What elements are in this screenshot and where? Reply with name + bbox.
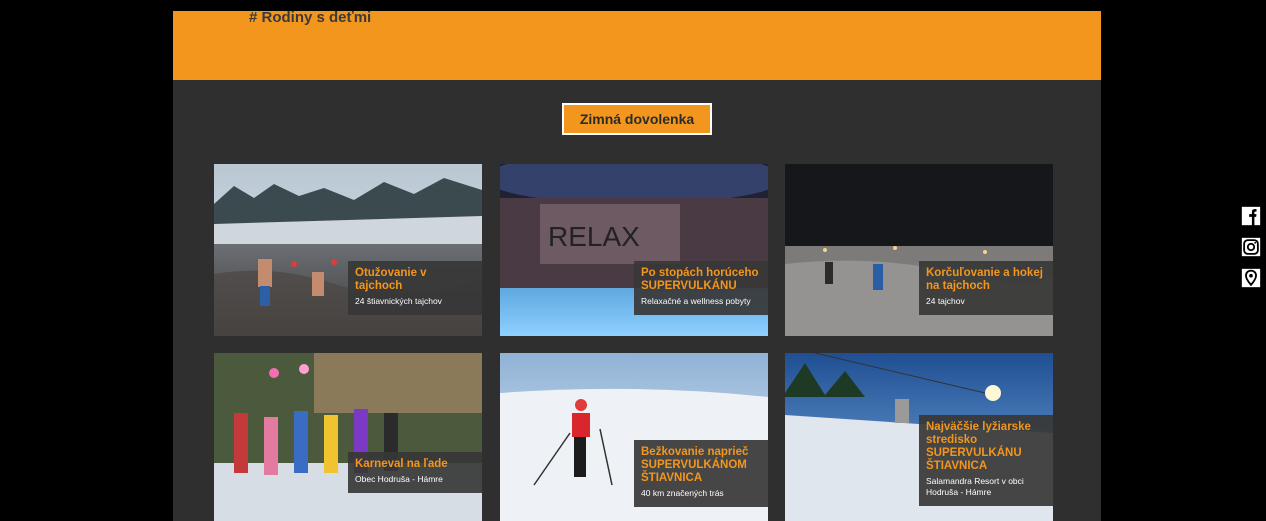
social-bar [1240, 205, 1264, 298]
category-tag[interactable]: # Rodiny s deťmi [249, 11, 371, 26]
card-title: Karneval na ľade [355, 458, 448, 470]
card-caption: Po stopách horúceho SUPERVULKÁNU Relaxač… [634, 261, 768, 315]
main-content: # Rodiny s deťmi Zimná dovolenka Otužova… [173, 11, 1101, 521]
card-subtitle: 24 tajchov [926, 296, 965, 306]
card-title: Po stopách horúceho SUPERVULKÁNU [641, 267, 759, 292]
card-ice-carnival[interactable]: Karneval na ľade Obec Hodruša - Hámre [214, 353, 482, 521]
relax-sign-text: RELAX [548, 221, 640, 252]
card-caption: Bežkovanie naprieč SUPERVULKÁNOM ŠTIAVNI… [634, 440, 768, 507]
card-subtitle: Obec Hodruša - Hámre [355, 474, 443, 484]
instagram-icon[interactable] [1240, 236, 1262, 258]
card-ski-resort[interactable]: Najväčšie lyžiarske stredisko SUPERVULKÁ… [785, 353, 1053, 521]
card-caption: Karneval na ľade Obec Hodruša - Hámre [348, 452, 482, 493]
card-subtitle: 24 štiavnických tajchov [355, 296, 442, 306]
card-title: Otužovanie v tajchoch [355, 267, 427, 292]
winter-holiday-button[interactable]: Zimná dovolenka [562, 103, 712, 135]
orange-header-band: # Rodiny s deťmi [173, 11, 1101, 80]
card-subtitle: Salamandra Resort v obci Hodruša - Hámre [926, 476, 1024, 497]
card-title: Bežkovanie naprieč SUPERVULKÁNOM ŠTIAVNI… [641, 446, 749, 484]
card-winter-swimming[interactable]: Otužovanie v tajchoch 24 štiavnických ta… [214, 164, 482, 336]
facebook-icon[interactable] [1240, 205, 1262, 227]
card-ice-skating[interactable]: Korčuľovanie a hokej na tajchoch 24 tajc… [785, 164, 1053, 336]
card-supervulkan-relax[interactable]: RELAX Po stopách horúceho SUPERVULKÁNU R… [500, 164, 768, 336]
card-subtitle: 40 km značených trás [641, 488, 724, 498]
card-caption: Otužovanie v tajchoch 24 štiavnických ta… [348, 261, 482, 315]
card-caption: Najväčšie lyžiarske stredisko SUPERVULKÁ… [919, 415, 1053, 506]
card-cross-country[interactable]: Bežkovanie naprieč SUPERVULKÁNOM ŠTIAVNI… [500, 353, 768, 521]
map-pin-icon[interactable] [1240, 267, 1262, 289]
card-subtitle: Relaxačné a wellness pobyty [641, 296, 751, 306]
card-title: Korčuľovanie a hokej na tajchoch [926, 267, 1043, 292]
ice-carnival-photo [214, 353, 482, 521]
card-caption: Korčuľovanie a hokej na tajchoch 24 tajc… [919, 261, 1053, 315]
card-title: Najväčšie lyžiarske stredisko SUPERVULKÁ… [926, 421, 1031, 472]
